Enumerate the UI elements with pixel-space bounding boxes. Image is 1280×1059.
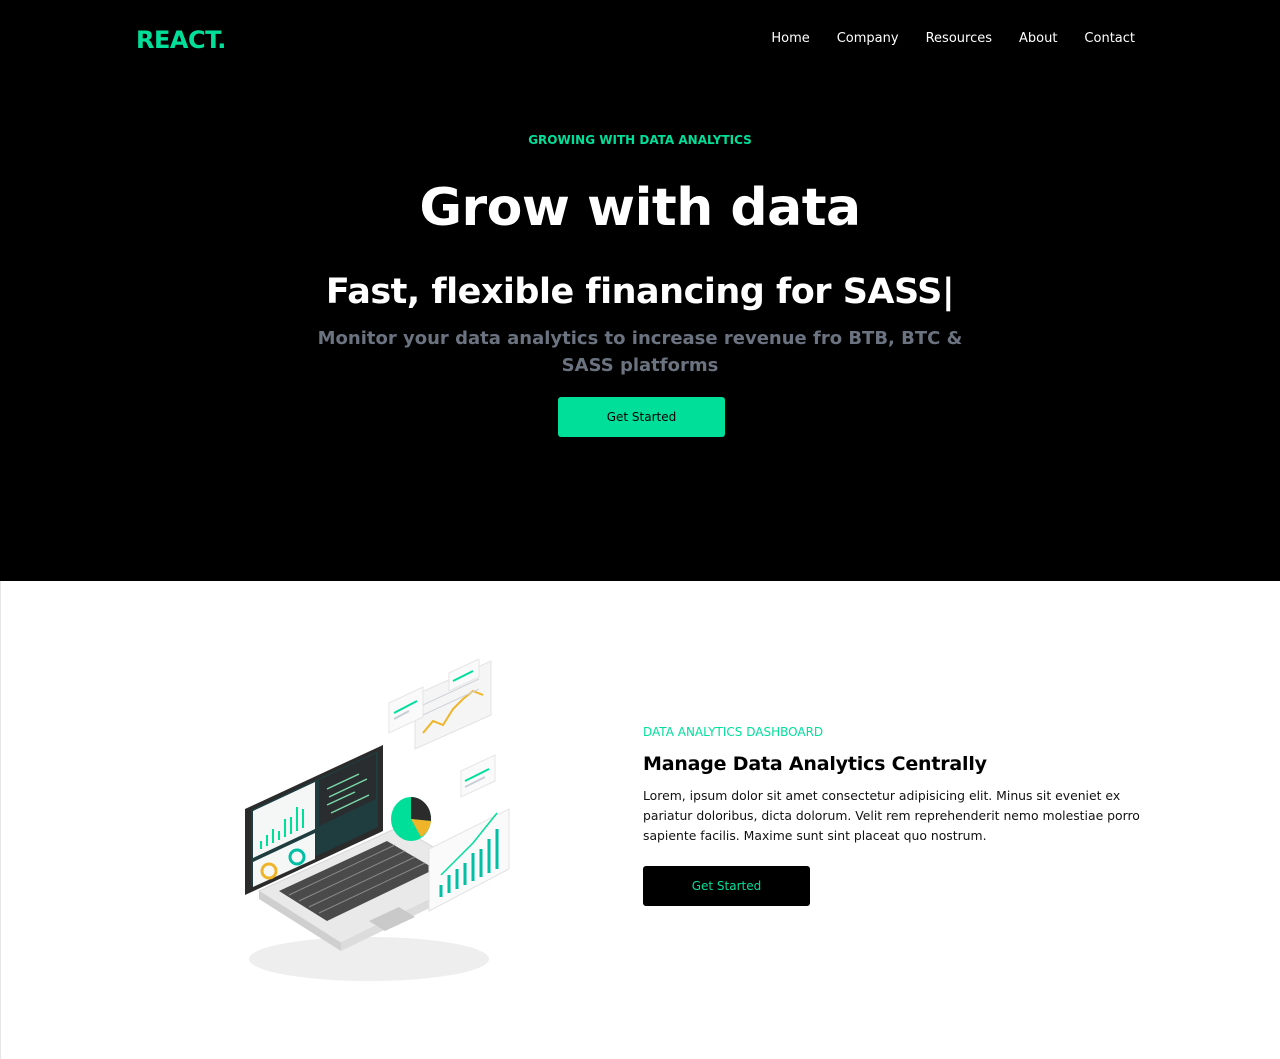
nav-item-about[interactable]: About	[1019, 30, 1057, 48]
analytics-section: DATA ANALYTICS DASHBOARD Manage Data Ana…	[0, 581, 1280, 1059]
nav-item-home[interactable]: Home	[771, 30, 809, 48]
hero-subtitle: Monitor your data analytics to increase …	[317, 328, 963, 376]
laptop-analytics-illustration	[239, 658, 529, 989]
get-started-button[interactable]: Get Started	[558, 397, 725, 437]
hero-section: REACT. Home Company Resources About Cont…	[0, 0, 1280, 581]
section-title: Manage Data Analytics Centrally	[643, 753, 987, 775]
section-eyebrow: DATA ANALYTICS DASHBOARD	[643, 725, 824, 739]
analytics-text-column: DATA ANALYTICS DASHBOARD Manage Data Ana…	[643, 724, 1173, 906]
nav-item-company[interactable]: Company	[837, 30, 899, 48]
hero-typed-line: Fast, flexible financing for SASS|	[325, 272, 955, 312]
hero-eyebrow: GROWING WITH DATA ANALYTICS	[528, 133, 752, 147]
section-body: Lorem, ipsum dolor sit amet consectetur …	[643, 788, 1140, 843]
nav-item-resources[interactable]: Resources	[926, 30, 992, 48]
navbar: REACT. Home Company Resources About Cont…	[0, 0, 1280, 80]
nav-list: Home Company Resources About Contact	[744, 30, 1135, 48]
get-started-button-secondary[interactable]: Get Started	[643, 866, 810, 906]
nav-item-contact[interactable]: Contact	[1084, 30, 1135, 48]
hero-title: Grow with data	[419, 178, 861, 238]
logo[interactable]: REACT.	[136, 24, 226, 56]
